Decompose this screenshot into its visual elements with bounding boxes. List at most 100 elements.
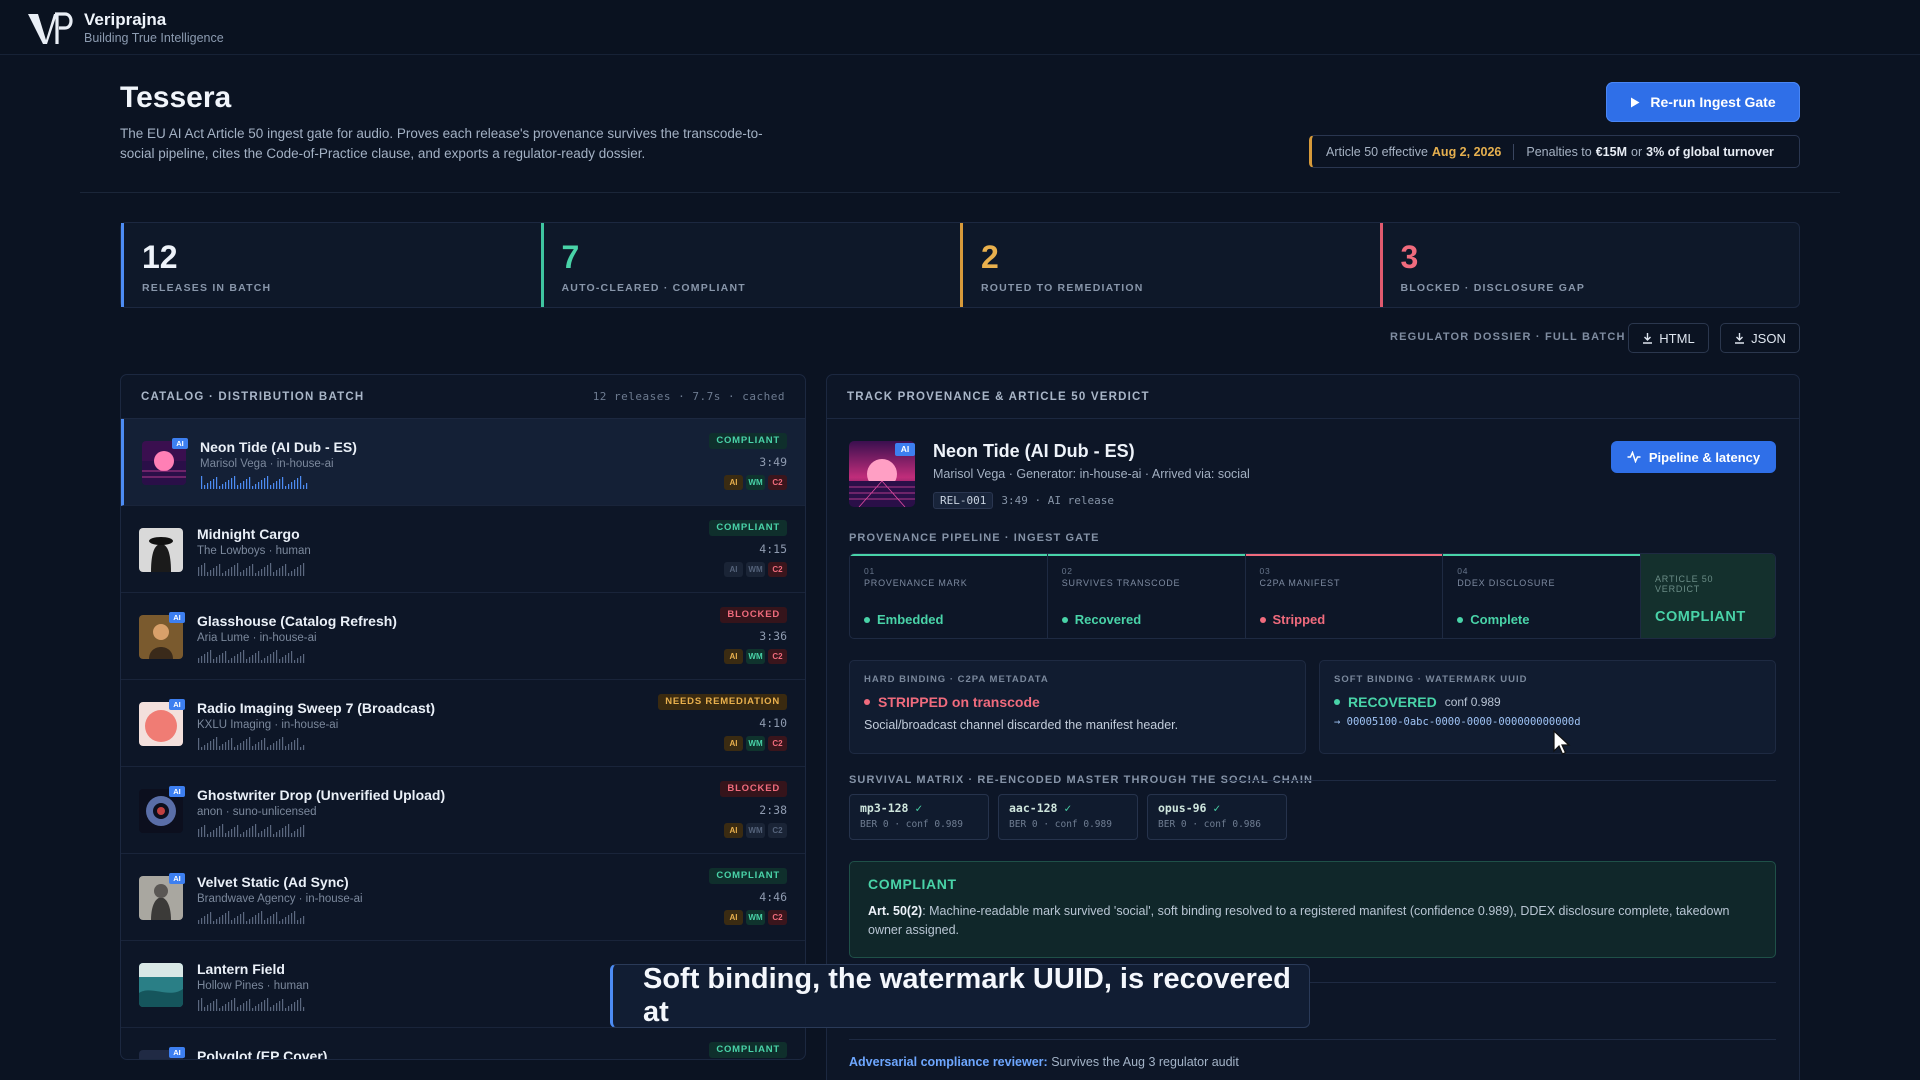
chip-c2: C2 <box>768 562 787 577</box>
stat-label: AUTO-CLEARED · COMPLIANT <box>561 282 746 294</box>
track-duration: 4:10 <box>759 716 787 730</box>
stat-label: BLOCKED · DISCLOSURE GAP <box>1400 282 1586 294</box>
status-badge: BLOCKED <box>720 781 787 797</box>
penalty-amount: €15M <box>1595 144 1627 159</box>
video-caption: Soft binding, the watermark UUID, is rec… <box>610 963 1310 1028</box>
check-icon: ✓ <box>908 801 923 815</box>
status-dot-icon <box>864 616 870 623</box>
soft-binding-status-text: RECOVERED <box>1348 694 1437 710</box>
verdict-cell-value: COMPLIANT <box>1655 609 1746 625</box>
waveform-icon <box>198 737 305 750</box>
provenance-chips: AI WM C2 <box>724 736 787 751</box>
waveform-icon <box>198 563 305 576</box>
stat-card: 12 RELEASES IN BATCH <box>121 223 541 307</box>
track-title: Glasshouse (Catalog Refresh) <box>197 613 397 629</box>
track-duration: 3:36 <box>759 629 787 643</box>
pipeline-latency-button[interactable]: Pipeline & latency <box>1611 441 1776 473</box>
matrix-divider <box>1227 780 1776 781</box>
track-subtitle: Brandwave Agency · in-house-ai <box>197 893 363 905</box>
codec-name-text: opus-96 <box>1158 801 1207 815</box>
chip-ai: AI <box>724 823 743 838</box>
export-html-button[interactable]: HTML <box>1628 323 1709 353</box>
deadline-prefix: Article 50 effective <box>1326 144 1428 159</box>
stat-value: 2 <box>981 239 999 275</box>
track-row[interactable]: AI Glasshouse (Catalog Refresh) Aria Lume … <box>121 593 805 680</box>
verdict-cell-label: ARTICLE 50 VERDICT <box>1655 574 1714 594</box>
catalog-meta: 12 releases · 7.7s · cached <box>592 390 785 403</box>
stat-label: RELEASES IN BATCH <box>142 282 272 294</box>
waveform-icon <box>198 998 305 1011</box>
track-duration: 3:49 <box>759 455 787 469</box>
track-duration: 4:46 <box>759 890 787 904</box>
stage-topline <box>1443 554 1640 556</box>
detail-panel-title: TRACK PROVENANCE & ARTICLE 50 VERDICT <box>847 390 1150 403</box>
chip-ai: AI <box>724 736 743 751</box>
stat-label: ROUTED TO REMEDIATION <box>981 282 1144 294</box>
codec-name-text: aac-128 <box>1009 801 1058 815</box>
rerun-ingest-gate-button[interactable]: Re-run Ingest Gate <box>1606 82 1800 122</box>
reviewer-line: Adversarial compliance reviewer: Survive… <box>849 1055 1239 1069</box>
verdict-body: : Machine-readable mark survived 'social… <box>868 904 1730 937</box>
rerun-ingest-gate-label: Re-run Ingest Gate <box>1650 94 1776 110</box>
article50-verdict-cell: ARTICLE 50 VERDICT COMPLIANT <box>1641 554 1775 638</box>
provenance-chips: AI WM C2 <box>724 649 787 664</box>
batch-stats: 12 RELEASES IN BATCH 7 AUTO-CLEARED · COMPL… <box>120 222 1800 308</box>
provenance-pipeline: 01 PROVENANCE MARK Embedded 02 SURVIVES TRAN… <box>849 553 1776 639</box>
status-dot-icon <box>1061 616 1068 623</box>
track-row[interactable]: AI Ghostwriter Drop (Unverified Upload) an… <box>121 767 805 854</box>
export-json-button[interactable]: JSON <box>1720 323 1800 353</box>
track-row[interactable]: Midnight Cargo The Lowboys · human COMPLIA… <box>121 506 805 593</box>
catalog-panel: CATALOG · DISTRIBUTION BATCH 12 releases… <box>120 374 806 1060</box>
deadline-banner: Article 50 effective Aug 2, 2026 Penalti… <box>1309 135 1800 168</box>
stat-value: 12 <box>142 239 178 275</box>
status-dot-icon <box>864 699 870 705</box>
veriprajna-logo-icon <box>28 12 73 44</box>
codec-metrics: BER 0 · conf 0.989 <box>860 819 963 830</box>
soft-binding-status: RECOVERED conf 0.989 <box>1334 694 1761 710</box>
brand-name: Veriprajna <box>84 10 167 29</box>
provenance-chips: AI WM C2 <box>724 823 787 838</box>
ai-badge: AI <box>169 786 185 797</box>
provenance-chips: AI WM C2 <box>724 910 787 925</box>
codec-card: mp3-128 ✓ BER 0 · conf 0.989 <box>849 794 989 840</box>
stage-status: Recovered <box>1061 612 1141 627</box>
penalty-or: or <box>1631 144 1643 159</box>
deadline-separator <box>1513 143 1515 160</box>
stat-value: 3 <box>1400 239 1419 275</box>
detail-track-subtitle: Marisol Vega · Generator: in-house-ai · … <box>933 467 1250 481</box>
track-row[interactable]: AI Velvet Static (Ad Sync) Brandwave Agenc… <box>121 854 805 941</box>
watermark-uuid: → 00005100-0abc-0000-0000-000000000000d <box>1334 716 1581 728</box>
track-row[interactable]: AI Polyglot (EP Cover) COMPLIANT <box>121 1028 805 1059</box>
track-subtitle: anon · suno-unlicensed <box>197 806 317 818</box>
track-duration: 2:38 <box>759 803 787 817</box>
ai-badge: AI <box>169 612 185 623</box>
ai-badge: AI <box>169 699 185 710</box>
track-row[interactable]: AI Neon Tide (AI Dub - ES) Marisol Vega · … <box>121 419 805 506</box>
track-subtitle: Marisol Vega · in-house-ai <box>200 458 334 470</box>
chip-ai: AI <box>724 562 743 577</box>
header-divider <box>80 192 1840 193</box>
soft-binding-confidence: conf 0.989 <box>1444 695 1501 709</box>
stage-name: SURVIVES TRANSCODE <box>1061 578 1181 588</box>
codec-metrics: BER 0 · conf 0.989 <box>1009 819 1112 830</box>
stage-number: 01 <box>864 566 876 576</box>
track-subtitle: Aria Lume · in-house-ai <box>197 632 317 644</box>
ai-badge: AI <box>169 873 185 884</box>
download-icon <box>1643 333 1653 344</box>
track-row[interactable]: AI Radio Imaging Sweep 7 (Broadcast) KXLU … <box>121 680 805 767</box>
stage-status: Stripped <box>1259 612 1325 627</box>
release-id: REL-001 <box>933 492 994 509</box>
verdict-clause: Art. 50(2) <box>868 904 923 918</box>
section-divider <box>849 1039 1776 1040</box>
top-bar: Veriprajna Building True Intelligence <box>0 0 1920 55</box>
stat-card: 3 BLOCKED · DISCLOSURE GAP <box>1379 223 1800 307</box>
stat-card: 2 ROUTED TO REMEDIATION <box>960 223 1380 307</box>
track-title: Lantern Field <box>197 961 285 977</box>
penalty-prefix: Penalties to <box>1526 144 1592 159</box>
codec-name: aac-128 ✓ <box>1009 801 1127 815</box>
check-icon: ✓ <box>1206 801 1221 815</box>
pipeline-label: PROVENANCE PIPELINE · INGEST GATE <box>849 532 1100 544</box>
pipeline-stage: 02 SURVIVES TRANSCODE Recovered <box>1047 554 1246 638</box>
waveform-icon <box>198 650 305 663</box>
detail-track-title: Neon Tide (AI Dub - ES) <box>933 441 1135 461</box>
